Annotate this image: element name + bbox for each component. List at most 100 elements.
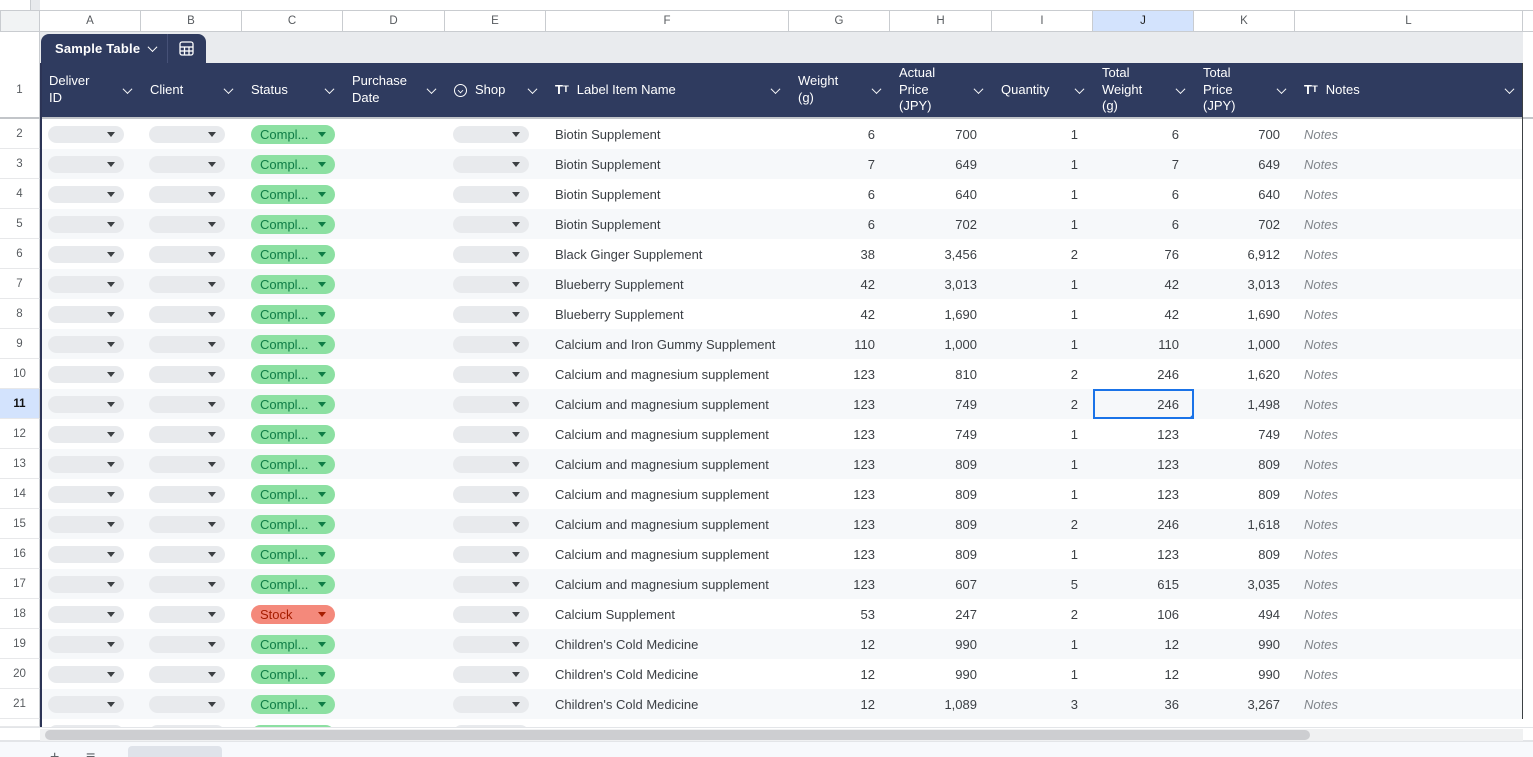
shop-dropdown[interactable] [453,606,529,623]
cell-actual-price[interactable]: 3,013 [890,269,992,299]
chevron-down-icon[interactable] [1176,84,1186,94]
deliver-id-dropdown[interactable] [48,606,124,623]
cell-deliver-id[interactable] [40,509,141,539]
cell-total-price[interactable]: 649 [1194,149,1295,179]
cell-purchase-date[interactable] [343,569,445,599]
cell-item-name[interactable]: Calcium Supplement [546,599,789,629]
cell-total-weight[interactable]: 123 [1093,539,1194,569]
cell-deliver-id[interactable] [40,299,141,329]
cell-client[interactable] [141,389,242,419]
cell-total-weight[interactable]: 6 [1093,179,1194,209]
client-dropdown[interactable] [149,696,225,713]
cell-shop[interactable] [445,359,546,389]
client-dropdown[interactable] [149,486,225,503]
cell-client[interactable] [141,659,242,689]
status-chip[interactable]: Compl... [251,215,335,234]
row-number[interactable]: 10 [0,359,40,389]
cell-actual-price[interactable]: 809 [890,479,992,509]
cell-shop[interactable] [445,569,546,599]
chevron-down-icon[interactable] [427,84,437,94]
row-number[interactable]: 7 [0,269,40,299]
column-letter-c[interactable]: C [242,10,343,32]
cell-total-weight[interactable]: 246 [1093,359,1194,389]
cell-total-price[interactable]: 990 [1194,659,1295,689]
deliver-id-dropdown[interactable] [48,216,124,233]
cell-total-weight[interactable]: 42 [1093,299,1194,329]
column-letter-k[interactable]: K [1194,10,1295,32]
status-chip[interactable]: Compl... [251,335,335,354]
cell-total-weight[interactable]: 42 [1093,269,1194,299]
row-number[interactable]: 2 [0,119,40,149]
cell-shop[interactable] [445,509,546,539]
status-chip[interactable]: Compl... [251,185,335,204]
cell-item-name[interactable]: Calcium and magnesium supplement [546,539,789,569]
cell-shop[interactable] [445,419,546,449]
cell-quantity[interactable]: 1 [992,659,1093,689]
chevron-down-icon[interactable] [224,84,234,94]
cell-deliver-id[interactable] [40,569,141,599]
cell-client[interactable] [141,569,242,599]
cell-notes[interactable]: Notes [1295,299,1523,329]
cell-purchase-date[interactable] [343,119,445,149]
client-dropdown[interactable] [149,666,225,683]
cell-notes[interactable] [1295,719,1523,727]
cell-actual-price[interactable]: 809 [890,539,992,569]
row-number[interactable]: 6 [0,239,40,269]
shop-dropdown[interactable] [453,396,529,413]
cell-client[interactable] [141,449,242,479]
header-total-weight[interactable]: Total Weight (g) [1093,63,1194,117]
cell-weight[interactable]: 123 [789,509,890,539]
cell-quantity[interactable]: 1 [992,269,1093,299]
client-dropdown[interactable] [149,156,225,173]
client-dropdown[interactable] [149,126,225,143]
cell-weight[interactable]: 42 [789,269,890,299]
cell-quantity[interactable]: 1 [992,479,1093,509]
cell-deliver-id[interactable] [40,239,141,269]
cell-total-price[interactable]: 702 [1194,209,1295,239]
header-status[interactable]: Status [242,63,343,117]
cell-client[interactable] [141,119,242,149]
shop-dropdown[interactable] [453,246,529,263]
shop-dropdown[interactable] [453,516,529,533]
active-sheet-tab[interactable] [128,746,222,757]
cell-shop[interactable] [445,389,546,419]
client-dropdown[interactable] [149,366,225,383]
row-number[interactable]: 4 [0,179,40,209]
cell-total-price[interactable]: 3,035 [1194,569,1295,599]
cell-status[interactable]: Compl... [242,209,343,239]
cell-quantity[interactable]: 1 [992,119,1093,149]
cell-item-name[interactable]: Children's Cold Medicine [546,689,789,719]
cell-item-name[interactable]: Blueberry Supplement [546,269,789,299]
cell-total-weight[interactable]: 123 [1093,449,1194,479]
cell-shop[interactable] [445,659,546,689]
cell-quantity[interactable]: 1 [992,209,1093,239]
shop-dropdown[interactable] [453,426,529,443]
status-chip[interactable]: Stock [251,605,335,624]
chevron-down-icon[interactable] [1505,84,1515,94]
cell-deliver-id[interactable] [40,449,141,479]
shop-dropdown[interactable] [453,666,529,683]
cell-status[interactable]: Compl... [242,509,343,539]
cell-quantity[interactable]: 1 [992,629,1093,659]
cell-purchase-date[interactable] [343,479,445,509]
cell-shop[interactable] [445,299,546,329]
cell-actual-price[interactable]: 607 [890,569,992,599]
cell-purchase-date[interactable] [343,209,445,239]
cell-status[interactable]: Stock [242,599,343,629]
cell-actual-price[interactable]: 3,456 [890,239,992,269]
cell-total-weight[interactable]: 246 [1093,389,1194,419]
cell-weight[interactable]: 42 [789,299,890,329]
cell-quantity[interactable]: 2 [992,239,1093,269]
cell-item-name[interactable]: Children's Cold Medicine [546,659,789,689]
chevron-down-icon[interactable] [771,84,781,94]
deliver-id-dropdown[interactable] [48,636,124,653]
cell-quantity[interactable]: 2 [992,389,1093,419]
cell-item-name[interactable]: Calcium and magnesium supplement [546,419,789,449]
cell-actual-price[interactable]: 749 [890,389,992,419]
deliver-id-dropdown[interactable] [48,456,124,473]
cell-shop[interactable] [445,209,546,239]
cell-weight[interactable]: 123 [789,419,890,449]
cell-client[interactable] [141,269,242,299]
select-all-corner[interactable] [0,10,40,32]
cell-weight[interactable]: 53 [789,599,890,629]
